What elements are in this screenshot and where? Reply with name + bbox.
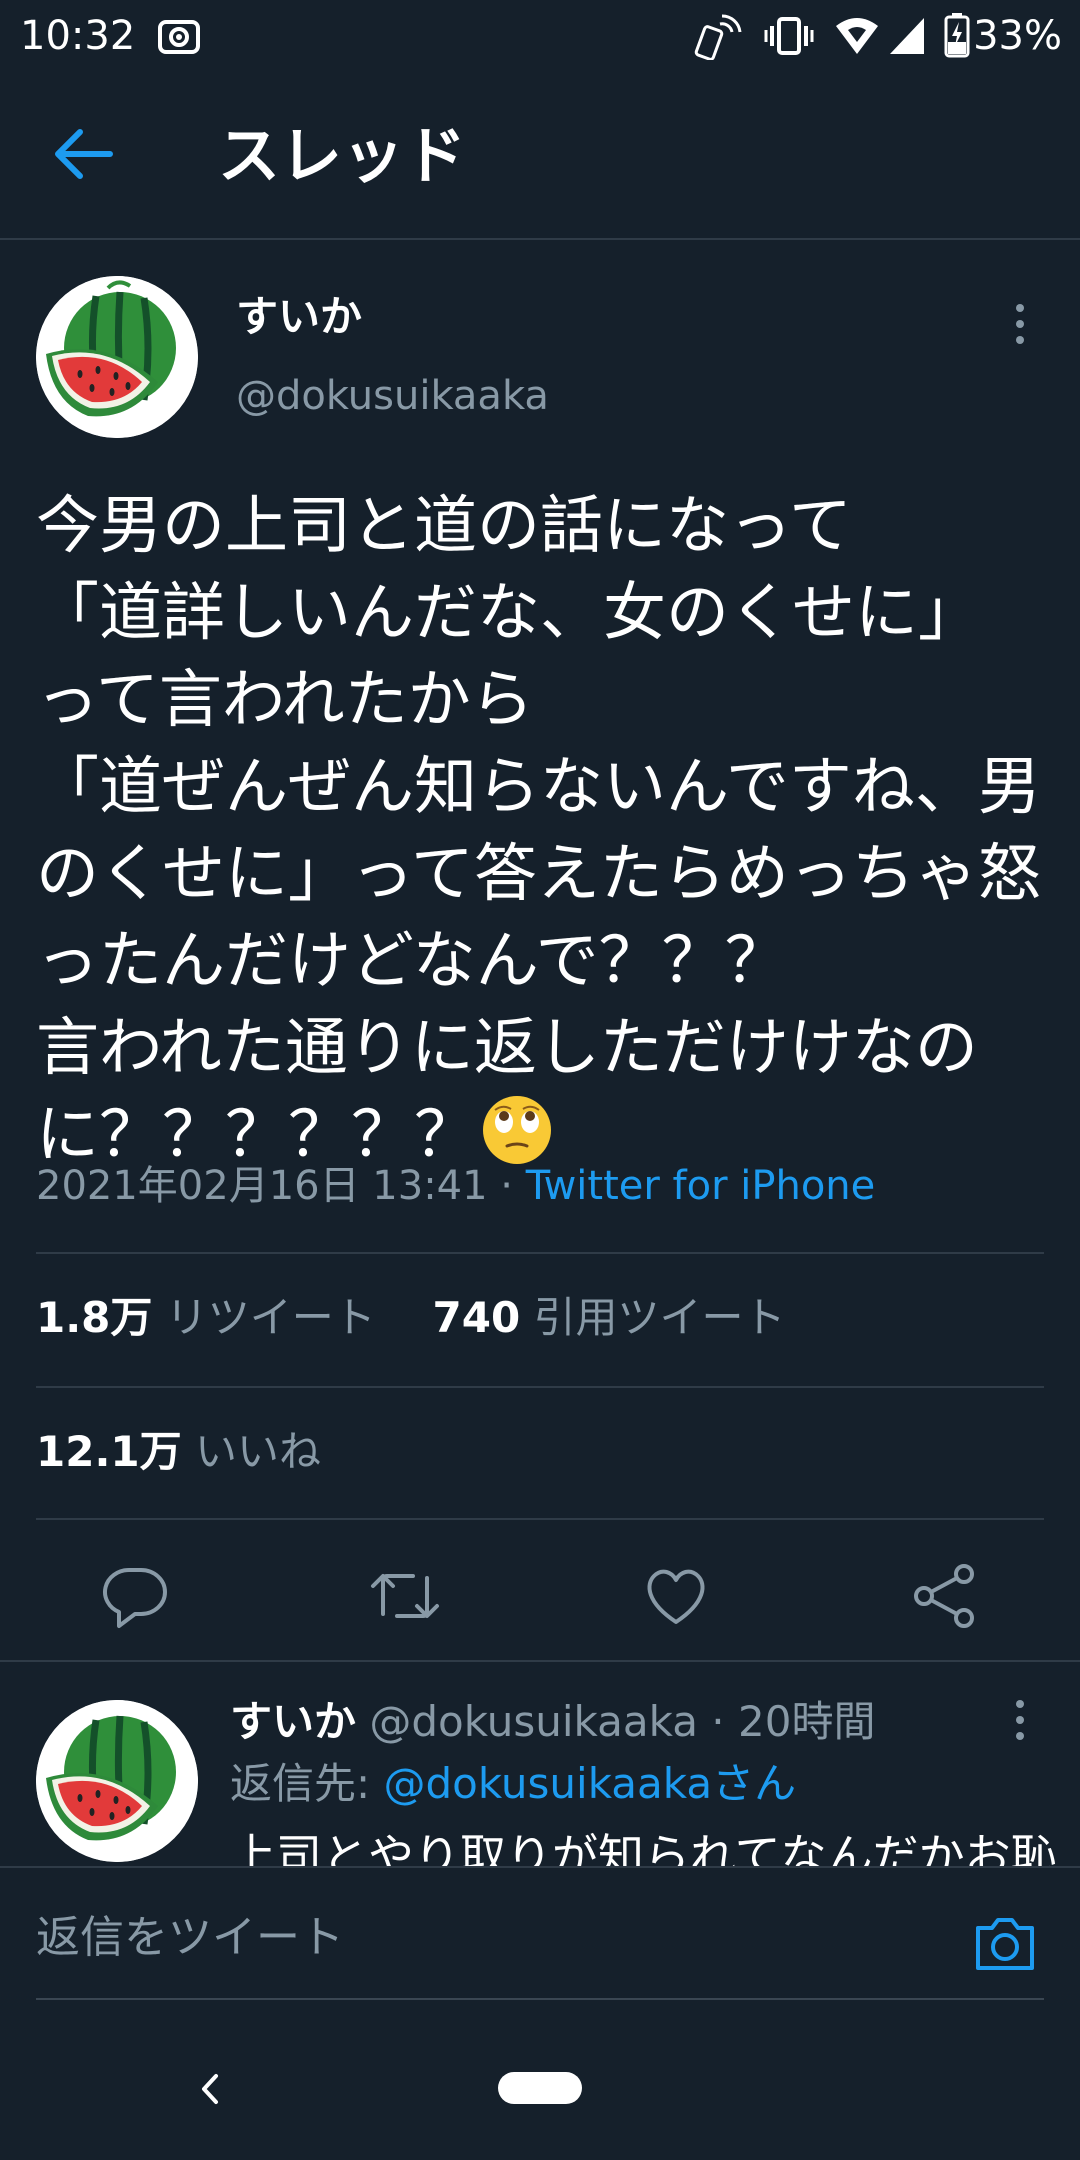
wifi-icon	[836, 18, 878, 54]
meta-separator: ·	[487, 1163, 526, 1209]
reply-separator: ·	[697, 1697, 738, 1746]
quotes-label: 引用ツイート	[533, 1293, 786, 1342]
vertical-dots-icon	[1016, 304, 1024, 344]
reply-to-link[interactable]: @dokusuikaakaさん	[384, 1759, 797, 1808]
reply-icon	[103, 1568, 167, 1628]
stats-row: 1.8万 リツイート 740 引用ツイート	[36, 1290, 786, 1346]
replying-to: 返信先: @dokusuikaakaさん	[230, 1756, 796, 1812]
nfc-icon	[694, 14, 742, 60]
retweet-button[interactable]	[365, 1556, 445, 1636]
reply-input[interactable]: 返信をツイート	[36, 1908, 344, 1968]
reply-header: すいか @dokusuikaaka · 20時間	[230, 1694, 875, 1750]
divider	[36, 1386, 1044, 1388]
tweet-meta: 2021年02月16日 13:41 · Twitter for iPhone	[36, 1160, 875, 1212]
likes-label: いいね	[195, 1427, 322, 1476]
camera-icon	[976, 1918, 1034, 1970]
status-time: 10:32	[20, 13, 136, 59]
share-icon	[914, 1564, 974, 1628]
heart-icon	[647, 1569, 705, 1624]
page-title: スレッド	[218, 119, 467, 192]
divider	[36, 1252, 1044, 1254]
tweet-source-link[interactable]: Twitter for iPhone	[526, 1163, 876, 1209]
likes-count: 12.1万	[36, 1427, 182, 1476]
vibrate-icon	[764, 17, 814, 55]
battery-percent: 33%	[973, 13, 1062, 59]
divider	[36, 1518, 1044, 1520]
reply-more-options-button[interactable]	[1000, 1696, 1040, 1746]
reply-handle[interactable]: @dokusuikaaka	[369, 1697, 698, 1746]
watermelon-avatar-icon	[36, 276, 198, 438]
reply-button[interactable]	[95, 1556, 175, 1636]
quotes-stat[interactable]: 740 引用ツイート	[433, 1293, 786, 1342]
screen-record-icon	[158, 20, 200, 54]
watermelon-avatar-icon	[36, 1700, 198, 1862]
system-home-pill[interactable]	[498, 2072, 582, 2104]
input-underline	[36, 1998, 1044, 2000]
retweets-count: 1.8万	[36, 1293, 153, 1342]
retweets-label: リツイート	[165, 1293, 376, 1342]
reply-text-container: 上司とやり取りが知られてなんだかお恥	[230, 1826, 1080, 1866]
more-options-button[interactable]	[1000, 300, 1040, 350]
thread-header: スレッド	[0, 72, 1080, 240]
display-name[interactable]: すいか	[236, 290, 362, 344]
avatar[interactable]	[36, 276, 198, 438]
vertical-dots-icon	[1016, 1700, 1024, 1740]
reply-to-prefix: 返信先:	[230, 1759, 384, 1808]
chevron-left-icon	[202, 2074, 218, 2104]
eye-roll-emoji-icon	[483, 1096, 551, 1164]
system-back-button[interactable]	[190, 2064, 230, 2114]
divider	[0, 1660, 1080, 1662]
reply-display-name[interactable]: すいか	[230, 1697, 356, 1746]
tweet-body: 今男の上司と道の話になって 「道詳しいんだな、女のくせに」 って言われたから 「…	[36, 489, 1041, 1171]
signal-icon	[890, 18, 924, 54]
likes-stat[interactable]: 12.1万 いいね	[36, 1424, 321, 1480]
camera-button[interactable]	[970, 1908, 1040, 1978]
retweets-stat[interactable]: 1.8万 リツイート	[36, 1293, 376, 1342]
reply-text: 上司とやり取りが知られてなんだかお恥	[230, 1829, 1057, 1866]
user-handle[interactable]: @dokusuikaaka	[236, 370, 549, 422]
like-button[interactable]	[636, 1556, 716, 1636]
status-bar: 10:32 33%	[0, 0, 1080, 72]
share-button[interactable]	[906, 1556, 986, 1636]
quotes-count: 740	[432, 1293, 521, 1342]
reply-time: 20時間	[738, 1697, 876, 1746]
battery-icon	[944, 13, 970, 58]
back-button[interactable]	[50, 124, 120, 184]
back-arrow-icon	[55, 129, 113, 179]
tweet-timestamp[interactable]: 2021年02月16日 13:41	[36, 1163, 488, 1209]
tweet-text: 今男の上司と道の話になって 「道詳しいんだな、女のくせに」 って言われたから 「…	[36, 482, 1046, 1178]
reply-avatar[interactable]	[36, 1700, 198, 1862]
retweet-icon	[371, 1574, 439, 1618]
